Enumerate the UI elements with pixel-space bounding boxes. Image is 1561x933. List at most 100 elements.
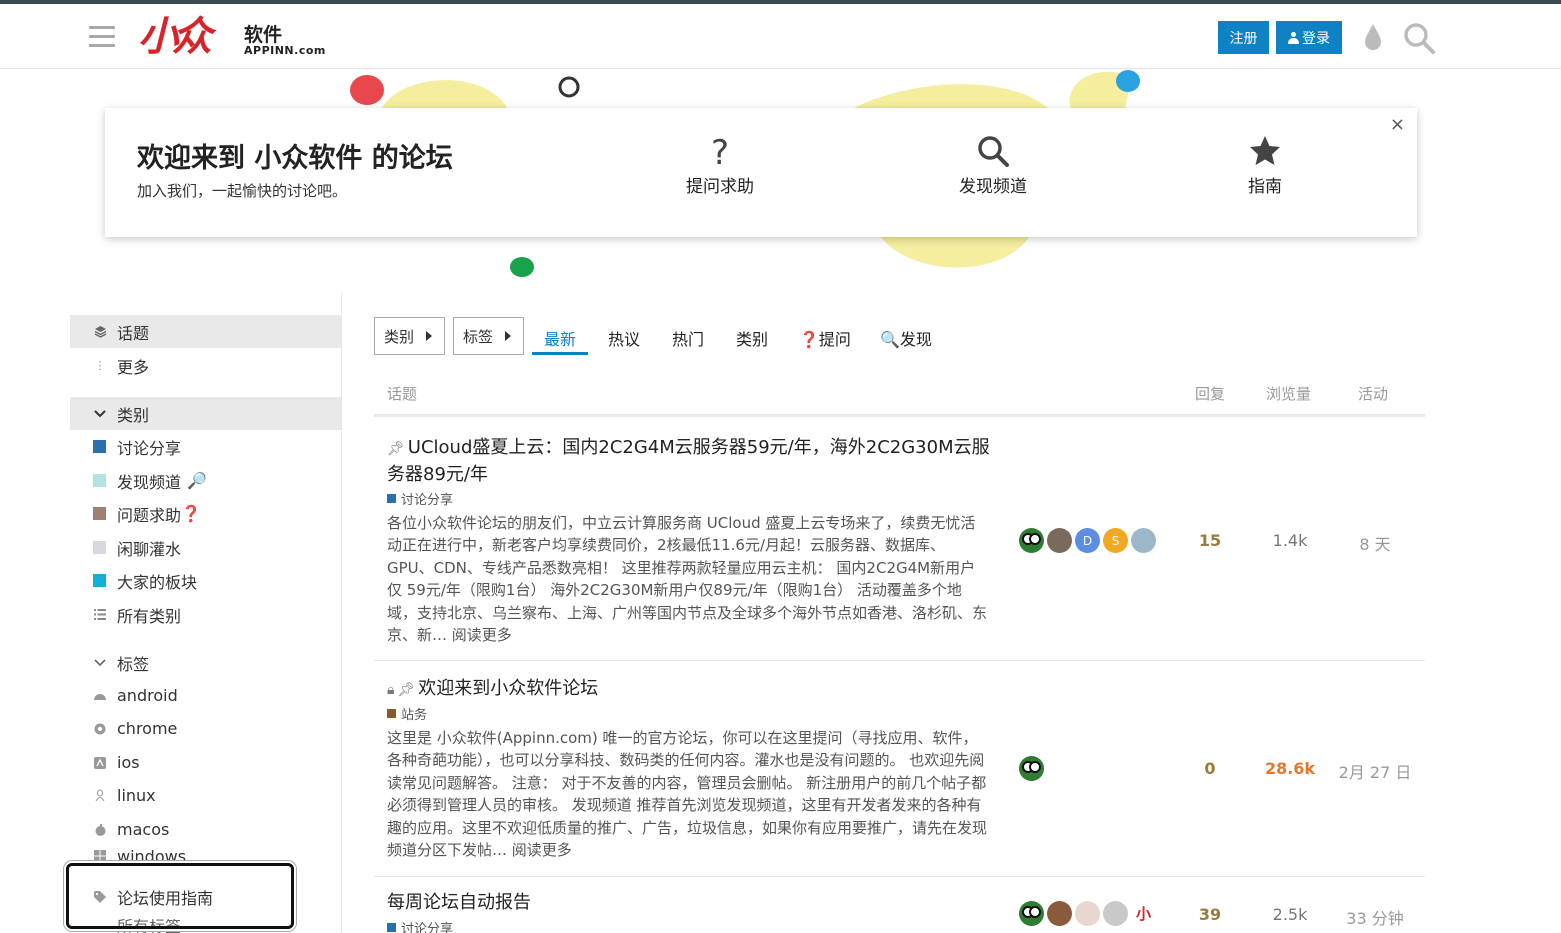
sidebar-tag-label: ios: [117, 753, 140, 772]
sidebar-section-tags[interactable]: 标签: [70, 646, 341, 679]
banner-link-discover-label: 发现频道: [959, 177, 1027, 197]
more-vertical-icon: ⋮: [94, 359, 106, 372]
app-store-icon: [93, 756, 107, 770]
column-header-topic[interactable]: 话题: [387, 383, 417, 404]
banner-link-ask-label: 提问求助: [686, 177, 754, 197]
sidebar-category-1[interactable]: 发现频道 🔎: [70, 464, 341, 497]
banner-link-ask[interactable]: ? 提问求助: [660, 134, 780, 197]
sidebar-tag-chrome[interactable]: chrome: [70, 712, 341, 745]
avatar[interactable]: [1019, 756, 1044, 781]
sidebar-tag-ios[interactable]: ios: [70, 746, 341, 779]
avatar[interactable]: [1019, 528, 1044, 553]
logo-en-text: APPINN.com: [244, 44, 326, 57]
avatar[interactable]: [1131, 528, 1156, 553]
tab-latest[interactable]: 最新: [544, 326, 576, 350]
sidebar-category-4[interactable]: 大家的板块: [70, 564, 341, 597]
sidebar-section-categories[interactable]: 类别: [70, 397, 341, 430]
avatar[interactable]: [1075, 901, 1100, 926]
site-logo[interactable]: 小众 软件 APPINN.com: [138, 14, 338, 60]
sidebar-category-label: 闲聊灌水: [117, 539, 182, 559]
list-icon: [93, 608, 107, 622]
user-icon: [1288, 31, 1299, 44]
sidebar-tag-android[interactable]: android: [70, 679, 341, 712]
sidebar-tag-linux[interactable]: linux: [70, 779, 341, 812]
topic-title-link[interactable]: 🔒︎ 📌︎ 欢迎来到小众软件论坛: [387, 676, 1007, 703]
sidebar-tag-label: chrome: [117, 719, 178, 738]
sidebar-item-topics-label: 话题: [117, 323, 150, 343]
topic-title-link[interactable]: 每周论坛自动报告: [387, 890, 1007, 916]
category-filter-label: 类别: [384, 327, 415, 346]
topic-activity-time[interactable]: 33 分钟: [1334, 905, 1416, 929]
search-icon[interactable]: [1403, 22, 1435, 54]
category-color-swatch: [387, 923, 396, 932]
topic-replies-count[interactable]: 15: [1170, 531, 1250, 550]
chrome-icon: [93, 722, 107, 736]
theme-drop-icon[interactable]: [1361, 22, 1385, 52]
topic-category-badge[interactable]: 站务: [387, 704, 427, 723]
question-icon: ?: [711, 134, 729, 168]
topic-title-text: UCloud盛夏上云：国内2C2G4M云服务器59元/年，海外2C2G30M云服…: [387, 437, 990, 485]
topic-category-badge[interactable]: 讨论分享: [387, 918, 453, 933]
signup-label: 注册: [1229, 29, 1258, 46]
lock-icon: 🔒︎: [387, 682, 395, 698]
topic-views-count: 2.5k: [1272, 905, 1308, 924]
topic-category-badge[interactable]: 讨论分享: [387, 489, 453, 508]
topic-replies-count[interactable]: 0: [1170, 759, 1250, 778]
avatar[interactable]: S: [1103, 528, 1128, 553]
topic-views-count: 28.6k: [1264, 759, 1316, 778]
table-header-divider: [374, 414, 1425, 417]
column-header-views[interactable]: 浏览量: [1266, 383, 1311, 404]
sidebar-category-3[interactable]: 闲聊灌水: [70, 531, 341, 564]
topic-category-label: 站务: [401, 708, 428, 723]
highlight-focus-box: [66, 863, 294, 929]
topic-title-link[interactable]: 📌︎ UCloud盛夏上云：国内2C2G4M云服务器59元/年，海外2C2G30M…: [387, 435, 1007, 488]
avatar[interactable]: 小: [1131, 901, 1156, 926]
windows-icon: [93, 849, 107, 863]
linux-icon: [93, 789, 107, 803]
avatar[interactable]: [1103, 901, 1128, 926]
site-header: 小众 软件 APPINN.com 注册 登录: [0, 4, 1561, 69]
banner-subtitle: 加入我们，一起愉快的讨论吧。: [137, 182, 348, 200]
topic-activity-time[interactable]: 8 天: [1334, 531, 1416, 555]
read-more-link[interactable]: 阅读更多: [452, 626, 512, 644]
sidebar-item-topics[interactable]: 话题: [70, 315, 341, 348]
topic-activity-time[interactable]: 2月 27 日: [1334, 759, 1416, 783]
hamburger-menu-icon[interactable]: [89, 26, 115, 48]
category-color-swatch: [387, 494, 396, 503]
pin-icon: 📌︎: [397, 682, 416, 698]
topic-title-text: 欢迎来到小众软件论坛: [418, 678, 599, 699]
read-more-link[interactable]: 阅读更多: [512, 841, 572, 859]
tab-categories[interactable]: 类别: [736, 326, 768, 350]
tab-ask[interactable]: ❓提问: [799, 326, 851, 350]
decor-ring: [558, 76, 580, 98]
category-filter-dropdown[interactable]: 类别: [374, 317, 445, 355]
category-color-swatch: [93, 440, 106, 453]
column-header-activity[interactable]: 活动: [1358, 383, 1388, 404]
login-button[interactable]: 登录: [1276, 21, 1342, 54]
tab-top[interactable]: 热门: [672, 326, 704, 350]
topic-replies-count[interactable]: 39: [1170, 905, 1250, 924]
sidebar-category-2[interactable]: 问题求助 ❓: [70, 497, 341, 530]
avatar[interactable]: D: [1075, 528, 1100, 553]
sidebar-tag-macos[interactable]: macos: [70, 813, 341, 846]
banner-link-guide[interactable]: 指南: [1205, 134, 1325, 197]
avatar[interactable]: [1047, 528, 1072, 553]
sidebar-all-categories[interactable]: 所有类别: [70, 598, 341, 631]
caret-right-icon: [426, 331, 433, 341]
pin-icon: 📌︎: [387, 441, 405, 457]
tab-discover[interactable]: 🔍发现: [880, 326, 932, 350]
banner-link-discover[interactable]: 发现频道: [933, 134, 1053, 197]
tag-filter-dropdown[interactable]: 标签: [453, 317, 524, 355]
sidebar-item-more[interactable]: ⋮ 更多: [70, 349, 341, 382]
topic-category-label: 讨论分享: [401, 493, 454, 508]
column-header-replies[interactable]: 回复: [1195, 383, 1225, 404]
sidebar-category-0[interactable]: 讨论分享: [70, 430, 341, 463]
banner-close-icon[interactable]: ×: [1390, 114, 1405, 135]
avatar[interactable]: [1019, 901, 1044, 926]
caret-right-icon: [505, 331, 512, 341]
tab-hot[interactable]: 热议: [608, 326, 640, 350]
layers-icon: [93, 325, 107, 339]
sidebar-category-label: 问题求助: [117, 505, 182, 525]
signup-button[interactable]: 注册: [1218, 21, 1269, 54]
avatar[interactable]: [1047, 901, 1072, 926]
